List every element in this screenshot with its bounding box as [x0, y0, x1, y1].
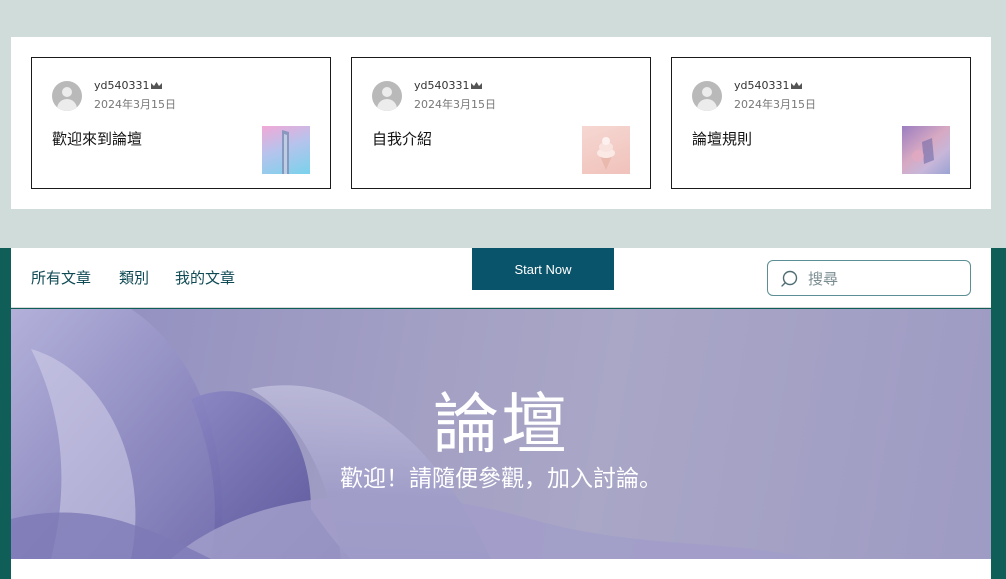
post-card[interactable]: yd540331 2024年3月15日 自我介紹: [351, 57, 651, 189]
avatar[interactable]: [372, 81, 402, 111]
hero-banner: 論壇 歡迎！請隨便參觀，加入討論。: [11, 309, 991, 559]
nav-my-posts[interactable]: 我的文章: [175, 267, 235, 288]
post-author[interactable]: yd540331: [734, 79, 789, 92]
avatar[interactable]: [692, 81, 722, 111]
forum-nav-bar: 所有文章 類別 我的文章 Start Now: [11, 248, 991, 308]
page-title: 論壇: [433, 386, 569, 463]
tower-image[interactable]: [262, 126, 310, 174]
post-card[interactable]: yd540331 2024年3月15日 論壇規則: [671, 57, 971, 189]
post-date: 2024年3月15日: [734, 98, 816, 111]
post-date: 2024年3月15日: [94, 98, 176, 111]
post-card[interactable]: yd540331 2024年3月15日 歡迎來到論壇: [31, 57, 331, 189]
page-subtitle: 歡迎！請隨便參觀，加入討論。: [340, 466, 662, 492]
post-title[interactable]: 論壇規則: [692, 128, 752, 149]
post-author[interactable]: yd540331: [414, 79, 469, 92]
crown-icon: [791, 82, 802, 89]
post-title[interactable]: 自我介紹: [372, 128, 432, 149]
crown-icon: [151, 82, 162, 89]
post-date: 2024年3月15日: [414, 98, 496, 111]
search-icon: [781, 270, 798, 287]
forum-section: 所有文章 類別 我的文章 Start Now 搜尋 論壇 歡迎！請隨便參觀，加入…: [0, 248, 1006, 579]
start-now-button[interactable]: Start Now: [472, 248, 614, 290]
post-author[interactable]: yd540331: [94, 79, 149, 92]
avatar[interactable]: [52, 81, 82, 111]
recent-posts-strip: yd540331 2024年3月15日 歡迎來到論壇 yd540331 2024…: [11, 37, 991, 209]
nav-all-posts[interactable]: 所有文章: [31, 267, 91, 288]
post-title[interactable]: 歡迎來到論壇: [52, 128, 142, 149]
abstract-image[interactable]: [902, 126, 950, 174]
ice-cream-image[interactable]: [582, 126, 630, 174]
nav-categories[interactable]: 類別: [119, 267, 149, 288]
crown-icon: [471, 82, 482, 89]
content-area: [11, 559, 991, 579]
search-box[interactable]: [767, 260, 971, 296]
search-input[interactable]: [808, 267, 958, 291]
